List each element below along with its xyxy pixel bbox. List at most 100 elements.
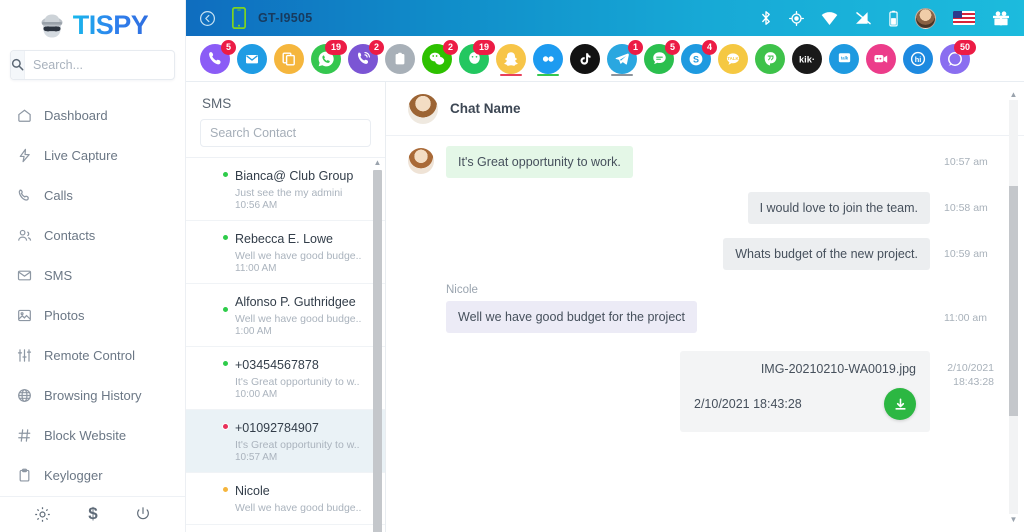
video-chat-icon [866, 43, 896, 74]
contact-name: +03454567878 [235, 358, 319, 372]
scroll-up-icon[interactable]: ▲ [1009, 90, 1018, 99]
sidebar-item-block-website[interactable]: Block Website [0, 416, 185, 456]
app-icon-zalo[interactable]: 50 [940, 39, 976, 74]
sidebar-search[interactable] [10, 49, 194, 80]
flickr-icon [533, 43, 563, 74]
badge-count: 4 [702, 39, 717, 55]
user-avatar[interactable] [915, 7, 936, 29]
hangouts-icon [755, 43, 785, 74]
status-dot [222, 486, 229, 493]
tiktok-icon [570, 43, 600, 74]
app-icon-qq[interactable]: 19 [459, 39, 495, 74]
kakaotalk-icon: TALK [718, 43, 748, 74]
contact-list-item-active[interactable]: +01092784907 It's Great opportunity to w… [186, 410, 385, 473]
sidebar-item-keylogger[interactable]: Keylogger [0, 456, 185, 496]
sidebar-item-label: Live Capture [44, 148, 118, 164]
scroll-up-icon[interactable]: ▲ [373, 158, 382, 167]
app-icon-skype[interactable]: S 4 [681, 39, 717, 74]
app-icon-snapchat[interactable] [496, 43, 526, 76]
contact-snippet: Well we have good budge.. [235, 313, 362, 325]
app-icon-notes[interactable] [274, 43, 304, 74]
badge-count: 2 [443, 39, 458, 55]
app-root: TISPY Dashboard Live Capture [0, 0, 1024, 532]
attachment-card[interactable]: IMG-20210210-WA0019.jpg 2/10/2021 18:43:… [680, 351, 930, 432]
app-icon-tiktok[interactable] [570, 43, 600, 74]
hike-icon: hi [903, 43, 933, 74]
sidebar-item-dashboard[interactable]: Dashboard [0, 96, 185, 136]
badge-count: 5 [665, 39, 680, 55]
sidebar-item-live-capture[interactable]: Live Capture [0, 136, 185, 176]
contact-snippet: It's Great opportunity to w.. [235, 439, 360, 451]
message-time: 10:57 am [944, 156, 988, 168]
contact-list-item[interactable]: Nicole Well we have good budge.. [186, 473, 385, 525]
sidebar-item-calls[interactable]: Calls [0, 176, 185, 216]
search-icon [11, 50, 25, 79]
avatar [198, 296, 229, 324]
sidebar-item-contacts[interactable]: Contacts [0, 216, 185, 256]
brand-name: TISPY [72, 10, 149, 41]
contact-list-scrollbar[interactable]: ▲ [373, 158, 382, 532]
snapchat-icon [496, 43, 526, 74]
message-bubble: Well we have good budget for the project [446, 301, 697, 333]
app-icon-flickr[interactable] [533, 43, 563, 76]
app-icon-tango[interactable]: talk [829, 43, 859, 74]
gift-icon[interactable] [992, 10, 1010, 26]
app-icon-row: 5 19 2 2 19 1 5 S 4 TALK kik· talk hi 50 [186, 36, 1024, 82]
app-icon-messages[interactable]: 5 [644, 39, 680, 74]
app-icon-telegram[interactable]: 1 [607, 39, 643, 76]
app-icon-hike[interactable]: hi [903, 43, 933, 74]
svg-text:S: S [693, 54, 699, 64]
contact-list: Bianca@ Club Group Just see the my admin… [186, 157, 385, 532]
us-flag-icon[interactable] [953, 11, 975, 25]
app-icon-video-chat[interactable] [866, 43, 896, 74]
sidebar-item-remote-control[interactable]: Remote Control [0, 336, 185, 376]
chat-scrollbar[interactable]: ▲ ▼ [1009, 90, 1018, 524]
hash-icon [16, 427, 33, 444]
chat-avatar [408, 93, 438, 124]
contact-list-item[interactable]: Alfonso P. Guthridgee Well we have good … [186, 284, 385, 347]
sidebar-item-sms[interactable]: SMS [0, 256, 185, 296]
svg-text:talk: talk [840, 56, 848, 61]
scrollbar-thumb[interactable] [373, 170, 382, 532]
svg-text:kik·: kik· [799, 54, 815, 64]
contact-snippet: Well we have good budge.. [235, 250, 362, 262]
attachment-filename: IMG-20210210-WA0019.jpg [760, 362, 916, 376]
sidebar-item-label: Keylogger [44, 468, 103, 484]
app-icon-hangouts[interactable] [755, 43, 785, 74]
power-icon[interactable] [135, 506, 151, 522]
contact-list-item[interactable]: +03454567878 It's Great opportunity to w… [186, 347, 385, 410]
app-icon-kik[interactable]: kik· [792, 43, 822, 74]
message-time: 11:00 am [944, 312, 987, 324]
status-dot [222, 306, 229, 313]
sidebar-item-photos[interactable]: Photos [0, 296, 185, 336]
contact-snippet: Just see the my admini [235, 187, 343, 199]
contact-search-input[interactable] [201, 126, 370, 140]
app-icon-viber[interactable]: 2 [348, 39, 384, 74]
scrollbar-thumb[interactable] [1009, 186, 1018, 416]
avatar [198, 422, 229, 450]
contacts-panel: SMS Bianca@ Club Group Ju [186, 82, 386, 532]
sidebar-item-browsing-history[interactable]: Browsing History [0, 376, 185, 416]
app-icon-phone[interactable]: 5 [200, 39, 236, 74]
app-icon-wechat[interactable]: 2 [422, 39, 458, 74]
gear-icon[interactable] [34, 506, 51, 523]
sidebar: TISPY Dashboard Live Capture [0, 0, 194, 532]
brand: TISPY [0, 0, 185, 46]
statusbar-icons [760, 7, 1010, 29]
app-icon-whatsapp[interactable]: 19 [311, 39, 347, 74]
contact-search[interactable] [200, 119, 371, 147]
download-icon[interactable] [884, 388, 916, 420]
contact-list-item[interactable]: Bianca@ Club Group Just see the my admin… [186, 158, 385, 221]
message-bubble: I would love to join the team. [747, 192, 930, 224]
app-icon-kakaotalk[interactable]: TALK [718, 43, 748, 74]
back-circle-icon[interactable] [196, 7, 218, 29]
sidebar-footer: $ [0, 495, 185, 532]
contact-list-item[interactable]: Rebecca E. Lowe Well we have good budge.… [186, 221, 385, 284]
app-icon-email[interactable] [237, 43, 267, 74]
search-input[interactable] [25, 57, 194, 72]
chat-name: Chat Name [450, 101, 521, 116]
app-icon-clipboard[interactable] [385, 43, 415, 74]
dollar-icon[interactable]: $ [88, 504, 97, 524]
bluetooth-icon [760, 10, 772, 26]
scroll-down-icon[interactable]: ▼ [1009, 515, 1018, 524]
